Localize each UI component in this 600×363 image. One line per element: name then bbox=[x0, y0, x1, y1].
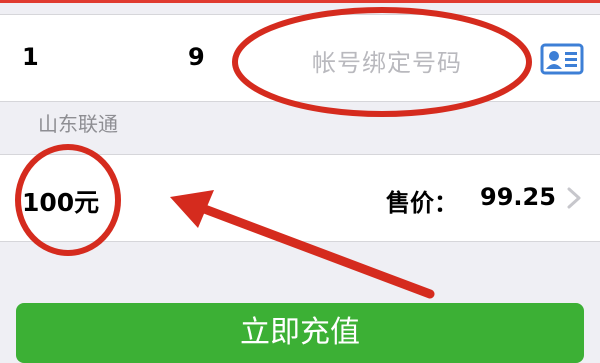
phone-number-row[interactable]: 1 9 帐号绑定号码 bbox=[0, 14, 600, 102]
price-value: 99.25 bbox=[480, 183, 556, 211]
recharge-now-button[interactable]: 立即充值 bbox=[16, 303, 584, 363]
recharge-amount: 100元 bbox=[22, 188, 100, 217]
contact-card-icon[interactable] bbox=[540, 41, 584, 77]
recharge-option-row[interactable]: 100元 售价： 99.25 bbox=[0, 154, 600, 242]
chevron-right-icon bbox=[567, 187, 581, 209]
carrier-label: 山东联通 bbox=[38, 112, 118, 136]
price-label: 售价： bbox=[386, 189, 458, 217]
phone-number-start: 1 bbox=[22, 43, 39, 71]
phone-input-placeholder[interactable]: 帐号绑定号码 bbox=[312, 43, 462, 78]
phone-number-end: 9 bbox=[188, 43, 205, 71]
top-accent-strip bbox=[0, 0, 600, 3]
